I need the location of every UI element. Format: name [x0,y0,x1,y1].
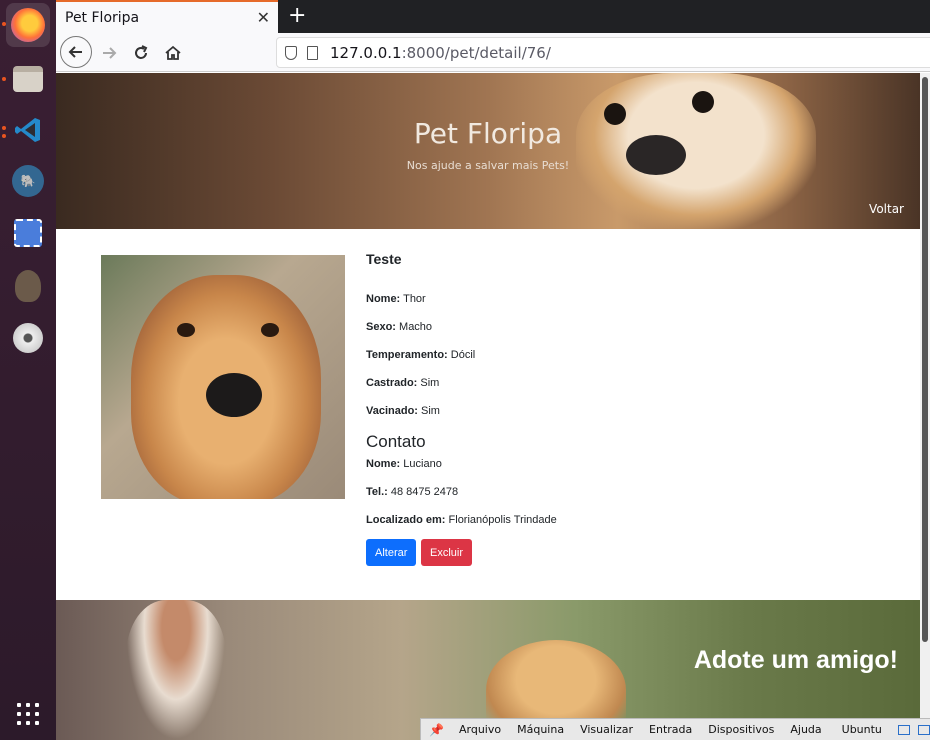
firefox-icon [11,8,45,42]
reload-button[interactable] [126,38,156,68]
forward-button[interactable] [94,38,124,68]
disc-launcher[interactable] [6,316,50,360]
page-content: Pet Floripa Nos ajude a salvar mais Pets… [56,73,920,740]
field-value: Sim [421,405,440,417]
vm-name: Ubuntu [841,723,882,736]
pin-icon[interactable]: 📌 [429,723,444,737]
field-value: Dócil [450,349,476,361]
site-title: Pet Floripa [413,117,563,150]
url-bar[interactable]: 127.0.0.1:8000/pet/detail/76/ [276,37,930,68]
home-icon [165,45,181,60]
menu-arquivo[interactable]: Arquivo [459,723,501,736]
menu-dispositivos[interactable]: Dispositivos [708,723,774,736]
banner-girl-image [126,600,226,740]
tab-title: Pet Floripa [65,9,140,26]
reload-icon [135,45,148,59]
url-path: :8000/pet/detail/76/ [401,43,551,62]
field-temperamento: Temperamento: Dócil [366,349,475,361]
minimize-icon[interactable] [897,724,910,735]
field-value: Thor [403,293,426,305]
postgresql-icon: 🐘 [12,165,44,197]
back-arrow-icon [68,46,82,58]
vscode-icon [15,118,40,142]
field-label: Castrado: [366,377,418,389]
dog-eye [261,323,279,337]
field-label: Tel.: [366,486,388,498]
field-sexo: Sexo: Macho [366,321,432,333]
dog-nose [206,373,262,417]
forward-arrow-icon [103,47,117,59]
field-label: Vacinado: [366,405,418,417]
back-link[interactable]: Voltar [869,202,904,216]
contact-location: Localizado em: Florianópolis Trindade [366,514,557,526]
field-vacinado: Vacinado: Sim [366,405,440,417]
vscode-launcher[interactable] [6,108,50,152]
url-text[interactable]: 127.0.0.1:8000/pet/detail/76/ [330,44,551,62]
firefox-launcher[interactable] [6,3,50,47]
hero-header: Pet Floripa Nos ajude a salvar mais Pets… [56,73,920,229]
pet-card-title: Teste [366,251,402,267]
pet-details: Teste Nome: Thor Sexo: Macho Temperament… [366,251,866,566]
close-tab-icon[interactable]: ✕ [257,8,270,27]
tracking-protection-icon[interactable] [285,45,297,60]
contact-tel: Tel.: 48 8475 2478 [366,486,458,498]
dog-eye [177,323,195,337]
field-value: Macho [399,321,433,333]
delete-button[interactable]: Excluir [421,539,473,566]
field-label: Localizado em: [366,514,446,526]
menu-entrada[interactable]: Entrada [649,723,692,736]
menu-ajuda[interactable]: Ajuda [790,723,821,736]
page-info-icon[interactable] [307,45,318,60]
pet-photo [101,255,345,499]
pgadmin-launcher[interactable]: 🐘 [6,159,50,203]
field-value: Florianópolis Trindade [448,514,557,526]
field-value: 48 8475 2478 [390,486,459,498]
site-subtitle: Nos ajude a salvar mais Pets! [406,159,570,172]
contact-heading: Contato [366,432,426,451]
window-icon[interactable] [917,724,930,735]
new-tab-button[interactable]: + [288,3,306,28]
gimp-launcher[interactable] [6,264,50,308]
menu-maquina[interactable]: Máquina [517,723,564,736]
show-apps-icon[interactable] [17,703,39,725]
field-value: Luciano [403,458,442,470]
files-icon [13,66,43,92]
puppy-eye [692,91,714,113]
back-button[interactable] [60,36,92,68]
field-label: Nome: [366,458,401,470]
field-label: Sexo: [366,321,396,333]
home-button[interactable] [158,38,188,68]
scrollbar-thumb[interactable] [922,77,928,642]
adopt-banner-text: Adote um amigo! [693,646,898,674]
field-label: Nome: [366,293,401,305]
screenshot-icon [14,219,42,247]
files-launcher[interactable] [6,57,50,101]
gimp-icon [15,270,41,302]
url-host: 127.0.0.1 [330,43,402,62]
tab-bar: Pet Floripa ✕ + [56,0,930,33]
ubuntu-dock: 🐘 [0,0,56,740]
disc-icon [13,323,43,353]
contact-nome: Nome: Luciano [366,458,442,470]
field-nome: Nome: Thor [366,293,426,305]
screenshot-launcher[interactable] [6,211,50,255]
field-castrado: Castrado: Sim [366,377,439,389]
field-label: Temperamento: [366,349,448,361]
tab-pet-floripa[interactable]: Pet Floripa ✕ [56,0,278,33]
edit-button[interactable]: Alterar [366,539,417,566]
field-value: Sim [420,377,440,389]
virtualbox-menu-bar: 📌 Arquivo Máquina Visualizar Entrada Dis… [420,718,930,740]
navigation-bar: 127.0.0.1:8000/pet/detail/76/ [56,33,930,72]
page-scrollbar[interactable] [920,73,930,740]
menu-visualizar[interactable]: Visualizar [580,723,633,736]
